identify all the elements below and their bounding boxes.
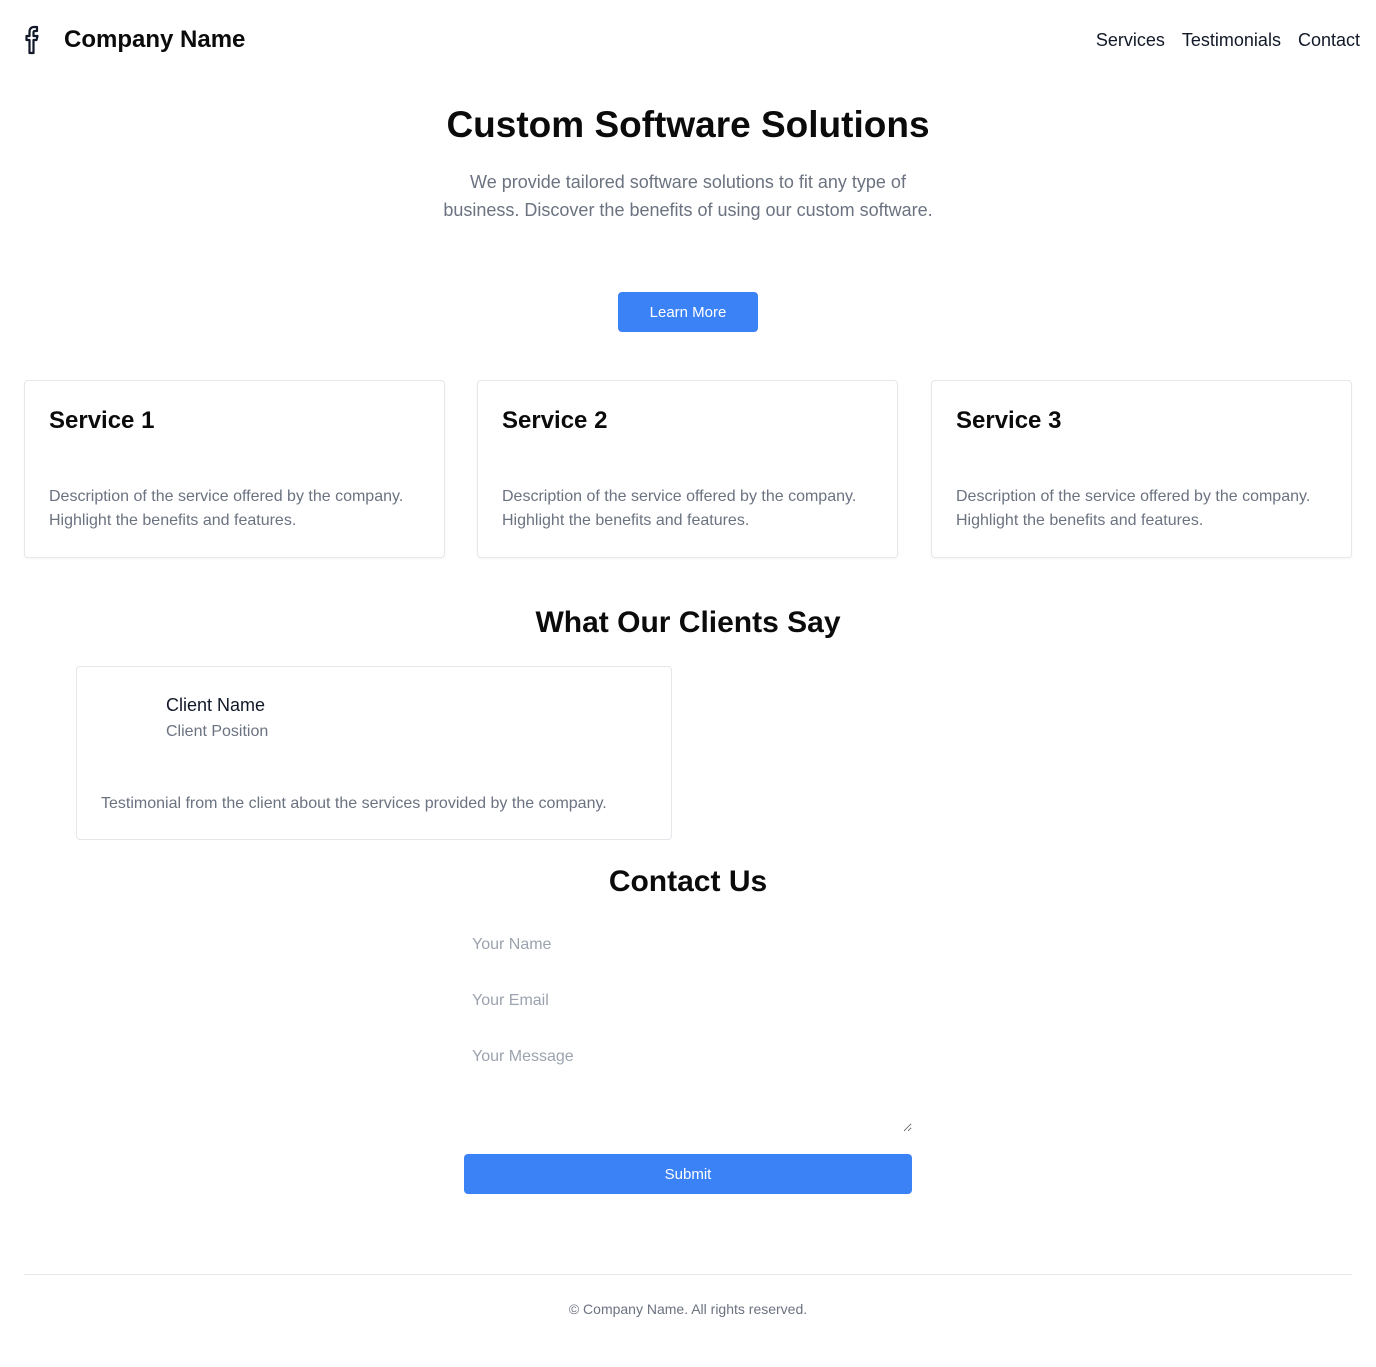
testimonial-text: Testimonial from the client about the se… <box>101 795 607 812</box>
service-title: Service 3 <box>956 407 1062 434</box>
hero-subtitle: We provide tailored software solutions t… <box>443 172 933 220</box>
testimonial-card: Client Name Client Position Testimonial … <box>76 666 672 840</box>
service-title: Service 2 <box>502 407 608 434</box>
service-card-1: Service 1 Description of the service off… <box>24 380 445 558</box>
client-position: Client Position <box>166 723 269 740</box>
footer-divider <box>24 1274 1352 1275</box>
service-description: Description of the service offered by th… <box>502 488 857 529</box>
site-header: Company Name Services Testimonials Conta… <box>0 0 1376 80</box>
facebook-icon[interactable] <box>21 24 45 56</box>
main-nav: Services Testimonials Contact <box>1096 29 1360 51</box>
client-name: Client Name <box>166 695 266 715</box>
message-textarea[interactable] <box>464 1044 912 1132</box>
service-description: Description of the service offered by th… <box>956 488 1311 529</box>
footer-text: © Company Name. All rights reserved. <box>568 1301 808 1317</box>
service-title: Service 1 <box>49 407 155 434</box>
testimonials-title: What Our Clients Say <box>535 606 841 639</box>
name-input[interactable] <box>464 932 912 958</box>
learn-more-button[interactable]: Learn More <box>618 292 758 332</box>
submit-button[interactable]: Submit <box>464 1154 912 1194</box>
nav-services[interactable]: Services <box>1096 29 1165 51</box>
nav-testimonials[interactable]: Testimonials <box>1182 29 1281 51</box>
brand-name[interactable]: Company Name <box>64 26 245 54</box>
hero-title: Custom Software Solutions <box>446 104 930 145</box>
email-input[interactable] <box>464 988 912 1014</box>
service-card-3: Service 3 Description of the service off… <box>931 380 1352 558</box>
contact-title: Contact Us <box>608 865 768 898</box>
service-description: Description of the service offered by th… <box>49 488 404 529</box>
service-card-2: Service 2 Description of the service off… <box>477 380 898 558</box>
nav-contact[interactable]: Contact <box>1298 29 1360 51</box>
